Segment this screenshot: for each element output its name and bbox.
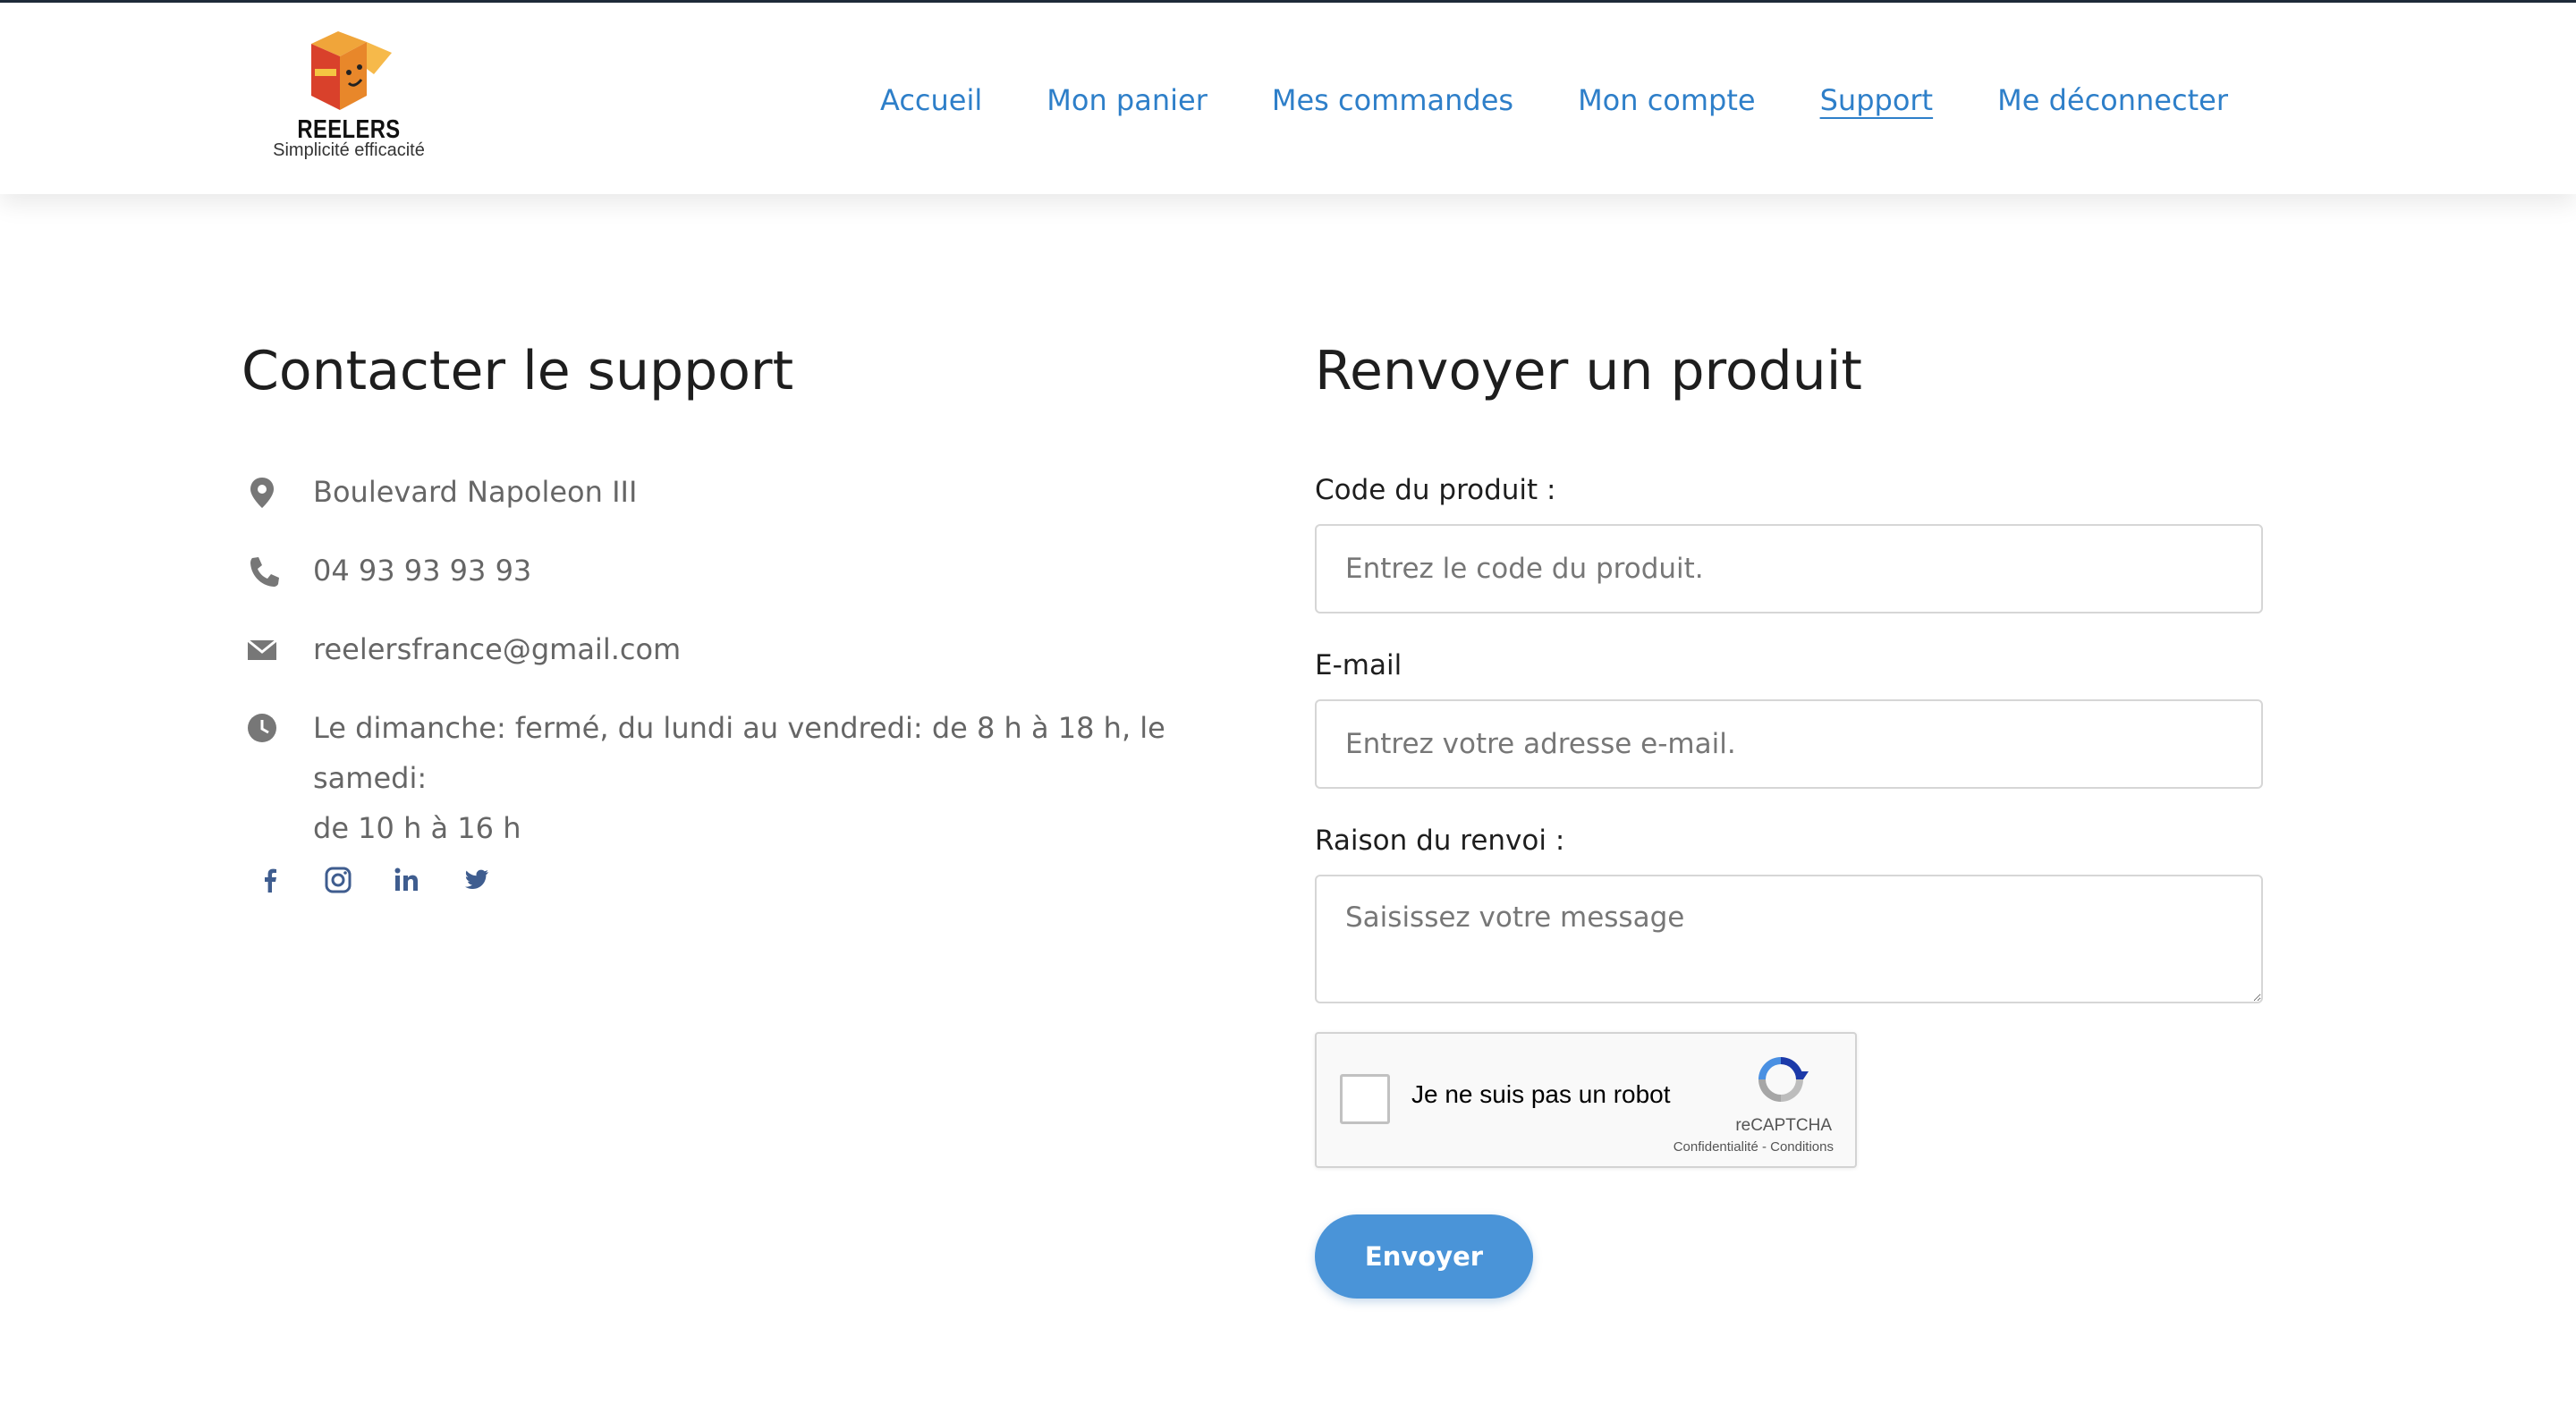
clock-icon — [248, 714, 276, 742]
linkedin-icon[interactable] — [388, 862, 424, 898]
facebook-icon[interactable] — [252, 862, 288, 898]
nav-mes-commandes[interactable]: Mes commandes — [1272, 80, 1513, 124]
nav-accueil[interactable]: Accueil — [880, 80, 982, 124]
contact-email-row: reelersfrance@gmail.com — [242, 624, 1225, 674]
nav-mon-panier[interactable]: Mon panier — [1046, 80, 1208, 124]
contact-hours: Le dimanche: fermé, du lundi au vendredi… — [313, 703, 1225, 853]
product-code-input[interactable] — [1315, 524, 2263, 613]
contact-hours-line2: de 10 h à 16 h — [313, 811, 521, 845]
instagram-icon[interactable] — [320, 862, 356, 898]
brand-logo[interactable]: REELERS Simplicité efficacité — [259, 26, 438, 169]
contact-address: Boulevard Napoleon III — [313, 475, 638, 509]
nav-me-deconnecter[interactable]: Me déconnecter — [1997, 80, 2228, 124]
box-icon — [311, 31, 392, 110]
email-label: E-mail — [1315, 649, 1402, 681]
contact-phone-row: 04 93 93 93 93 — [242, 546, 1225, 596]
email-input[interactable] — [1315, 699, 2263, 789]
contact-email[interactable]: reelersfrance@gmail.com — [313, 624, 681, 674]
site-header: REELERS Simplicité efficacité Accueil Mo… — [0, 3, 2576, 194]
contact-address-row: Boulevard Napoleon III — [242, 467, 1225, 517]
contact-phone[interactable]: 04 93 93 93 93 — [313, 546, 531, 596]
recaptcha-links[interactable]: Confidentialité - Conditions — [1674, 1139, 1834, 1155]
recaptcha-checkbox[interactable] — [1340, 1074, 1390, 1124]
reason-textarea[interactable] — [1315, 875, 2263, 1003]
nav-mon-compte[interactable]: Mon compte — [1578, 80, 1756, 124]
phone-icon — [250, 557, 279, 587]
contact-title: Contacter le support — [242, 340, 794, 402]
code-label: Code du produit : — [1315, 474, 1556, 506]
nav-support[interactable]: Support — [1820, 80, 1934, 124]
brand-tagline: Simplicité efficacité — [273, 140, 425, 160]
return-title: Renvoyer un produit — [1315, 340, 1862, 402]
reason-label: Raison du renvoi : — [1315, 825, 1565, 857]
send-button[interactable]: Envoyer — [1315, 1214, 1533, 1299]
contact-hours-line1: Le dimanche: fermé, du lundi au vendredi… — [313, 711, 1165, 795]
recaptcha-label: Je ne suis pas un robot — [1411, 1080, 1671, 1108]
recaptcha-brand: reCAPTCHA — [1735, 1116, 1832, 1135]
twitter-icon[interactable] — [458, 862, 494, 898]
main-nav: Accueil Mon panier Mes commandes Mon com… — [880, 80, 2292, 124]
mail-icon — [247, 639, 277, 660]
contact-hours-row: Le dimanche: fermé, du lundi au vendredi… — [242, 703, 1225, 845]
recaptcha-widget: Je ne suis pas un robot reCAPTCHA Confid… — [1315, 1032, 1857, 1168]
location-pin-icon — [250, 478, 274, 508]
recaptcha-logo-icon — [1758, 1057, 1809, 1102]
